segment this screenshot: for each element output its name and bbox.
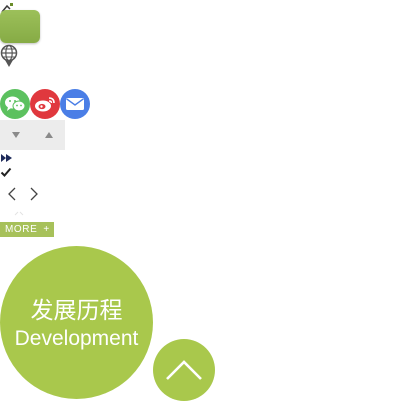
chevron-up-icon — [166, 360, 202, 380]
faint-mark-icon — [14, 206, 24, 216]
development-circle[interactable]: 发展历程 Development — [0, 246, 153, 399]
development-title-zh: 发展历程 — [30, 296, 123, 323]
mail-button[interactable] — [60, 89, 90, 119]
arrow-down-icon — [12, 132, 20, 138]
chevron-right-icon — [30, 187, 38, 201]
weibo-button[interactable] — [30, 89, 60, 119]
more-link[interactable]: MORE + — [0, 222, 54, 237]
wechat-button[interactable] — [0, 89, 30, 119]
globe-pin-icon — [0, 44, 20, 68]
next-button[interactable] — [26, 184, 42, 204]
prev-button[interactable] — [4, 184, 20, 204]
wechat-icon — [5, 96, 26, 112]
green-tile-button[interactable] — [0, 10, 40, 43]
back-to-top-button[interactable] — [153, 339, 215, 401]
play-icon[interactable] — [0, 150, 14, 162]
more-label: MORE — [5, 224, 38, 235]
mail-icon — [66, 98, 84, 110]
scroll-down-button[interactable] — [0, 120, 33, 150]
scroll-up-button[interactable] — [32, 120, 65, 150]
arrow-up-icon — [44, 132, 53, 138]
check-icon — [0, 164, 12, 177]
development-title-en: Development — [14, 326, 139, 350]
weibo-icon — [35, 97, 55, 112]
chevron-left-icon — [8, 187, 16, 201]
corner-glyph-icon — [0, 0, 14, 13]
more-plus: + — [43, 224, 50, 235]
